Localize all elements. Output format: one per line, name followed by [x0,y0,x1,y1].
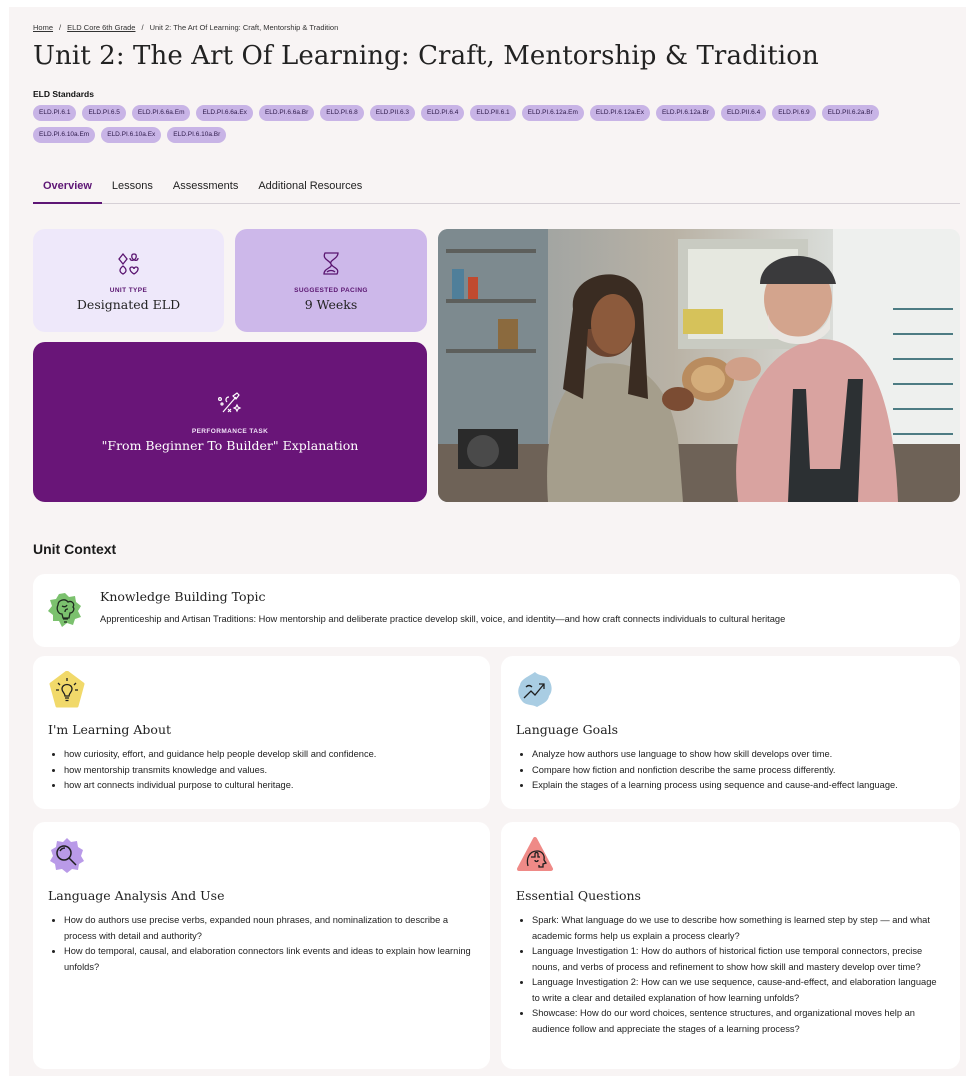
list-item: how curiosity, effort, and guidance help… [64,747,476,763]
standard-chip[interactable]: ELD.PI.6.12a.Em [521,105,584,121]
tab-additional-resources[interactable]: Additional Resources [248,176,372,204]
standard-chip[interactable]: ELD.PII.6.2a.Br [821,105,879,121]
breadcrumb-separator: / [59,23,62,32]
performance-task-value: "From Beginner To Builder" Explanation [101,438,359,453]
mentor-woodworking-photo [438,229,960,502]
list-item: Analyze how authors use language to show… [532,747,946,763]
standard-chip[interactable]: ELD.PII.6.3 [369,105,415,121]
workshop-illustration [438,229,960,502]
standard-chip[interactable]: ELD.PII.6.4 [720,105,767,121]
list-item: Language Investigation 2: How can we use… [532,975,946,1006]
performance-task-card[interactable]: PERFORMANCE TASK "From Beginner To Build… [33,342,427,502]
standard-chip[interactable]: ELD.PI.6.10a.Ex [101,127,162,143]
language-goals-title: Language Goals [516,722,619,737]
language-analysis-list: How do authors use precise verbs, expand… [48,913,476,975]
list-item: Spark: What language do we use to descri… [532,913,946,944]
unit-context-heading: Unit Context [33,541,117,557]
standard-chip[interactable]: ELD.PII.6.1 [470,105,516,121]
unit-type-value: Designated ELD [76,297,181,312]
tab-assessments[interactable]: Assessments [163,176,248,204]
standard-chip[interactable]: ELD.PI.6.12a.Ex [589,105,650,121]
learning-about-title: I'm Learning About [48,722,172,737]
suit-shapes-icon [117,252,139,275]
tab-bar: Overview Lessons Assessments Additional … [33,176,960,204]
brain-lightbulb-icon [48,593,81,627]
unit-type-label: UNIT TYPE [109,287,148,294]
language-goals-card: Language Goals Analyze how authors use l… [501,656,960,809]
standard-chip[interactable]: ELD.PI.6.10a.Em [33,127,96,143]
breadcrumb-current: Unit 2: The Art Of Learning: Craft, Ment… [149,23,339,32]
sparkle-tools-icon [217,392,242,413]
list-item: How do authors use precise verbs, expand… [64,913,476,944]
tab-overview[interactable]: Overview [33,176,102,204]
learning-about-card: I'm Learning About how curiosity, effort… [33,656,490,809]
pacing-label: SUGGESTED PACING [294,287,368,294]
magnifier-icon [50,838,84,873]
breadcrumb: Home / ELD Core 6th Grade / Unit 2: The … [33,23,338,32]
standard-chip[interactable]: ELD.PI.6.1 [33,105,77,121]
standards-chip-list: ELD.PI.6.1 ELD.PI.6.5 ELD.PI.6.6a.Em ELD… [33,105,933,143]
pacing-value: 9 Weeks [304,297,358,312]
standard-chip[interactable]: ELD.PI.6.6a.Ex [196,105,253,121]
essential-questions-title: Essential Questions [516,888,641,903]
list-item: Showcase: How do our word choices, sente… [532,1006,946,1037]
standard-chip[interactable]: ELD.PI.6.6a.Br [258,105,315,121]
breadcrumb-separator: / [141,23,144,32]
standard-chip[interactable]: ELD.PI.6.5 [82,105,126,121]
pacing-card: SUGGESTED PACING 9 Weeks [235,229,427,332]
breadcrumb-course-link[interactable]: ELD Core 6th Grade [67,23,135,32]
breadcrumb-home-link[interactable]: Home [33,23,53,32]
lightbulb-icon [49,670,85,708]
list-item: how art connects individual purpose to c… [64,778,476,794]
standard-chip[interactable]: ELD.PI.6.8 [320,105,364,121]
standard-chip[interactable]: ELD.PI.6.10a.Br [167,127,227,143]
list-item: Explain the stages of a learning process… [532,778,946,794]
hourglass-icon [323,252,339,275]
page: Home / ELD Core 6th Grade / Unit 2: The … [9,7,966,1076]
tab-lessons[interactable]: Lessons [102,176,163,204]
performance-task-label: PERFORMANCE TASK [191,428,269,435]
standard-chip[interactable]: ELD.PI.6.12a.Br [655,105,715,121]
standard-chip[interactable]: ELD.PI.6.6a.Em [131,105,191,121]
list-item: How do temporal, causal, and elaboration… [64,944,476,975]
puzzle-head-icon [517,837,553,871]
learning-about-list: how curiosity, effort, and guidance help… [48,747,476,794]
language-goals-list: Analyze how authors use language to show… [516,747,946,794]
language-analysis-card: Language Analysis And Use How do authors… [33,822,490,1069]
list-item: how mentorship transmits knowledge and v… [64,763,476,779]
trend-arrow-icon [518,672,552,707]
standard-chip[interactable]: ELD.PI.6.9 [772,105,816,121]
essential-questions-list: Spark: What language do we use to descri… [516,913,946,1037]
knowledge-building-title: Knowledge Building Topic [100,589,266,604]
language-analysis-title: Language Analysis And Use [48,888,225,903]
standard-chip[interactable]: ELD.PI.6.4 [420,105,465,121]
standards-label: ELD Standards [33,89,94,99]
list-item: Language Investigation 1: How do authors… [532,944,946,975]
knowledge-building-card: Knowledge Building Topic Apprenticeship … [33,574,960,647]
essential-questions-card: Essential Questions Spark: What language… [501,822,960,1069]
unit-type-card: UNIT TYPE Designated ELD [33,229,224,332]
page-title: Unit 2: The Art Of Learning: Craft, Ment… [33,41,819,71]
list-item: Compare how fiction and nonfiction descr… [532,763,946,779]
knowledge-building-text: Apprenticeship and Artisan Traditions: H… [100,614,786,624]
